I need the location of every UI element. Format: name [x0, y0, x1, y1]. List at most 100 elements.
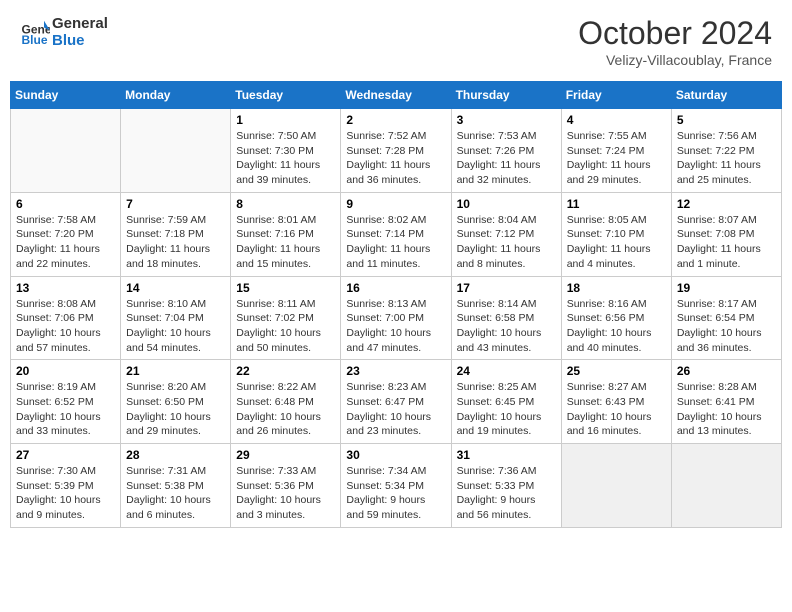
- day-number: 21: [126, 364, 225, 378]
- day-number: 9: [346, 197, 445, 211]
- calendar-cell: 20 Sunrise: 8:19 AM Sunset: 6:52 PM Dayli…: [11, 360, 121, 444]
- logo-line1: General: [52, 15, 108, 32]
- day-number: 3: [457, 113, 556, 127]
- day-info: Sunrise: 8:14 AM Sunset: 6:58 PM Dayligh…: [457, 297, 556, 356]
- day-number: 10: [457, 197, 556, 211]
- calendar-cell: 3 Sunrise: 7:53 AM Sunset: 7:26 PM Daylig…: [451, 109, 561, 193]
- calendar-cell: 4Sunrise: 7:55 AM Sunset: 7:24 PM Daylig…: [561, 109, 671, 193]
- week-row-4: 20 Sunrise: 8:19 AM Sunset: 6:52 PM Dayli…: [11, 360, 782, 444]
- day-info: Sunrise: 7:31 AM Sunset: 5:38 PM Dayligh…: [126, 464, 225, 523]
- day-number: 29: [236, 448, 335, 462]
- calendar-cell: 5 Sunrise: 7:56 AM Sunset: 7:22 PM Daylig…: [671, 109, 781, 193]
- day-number: 8: [236, 197, 335, 211]
- day-info: Sunrise: 7:34 AM Sunset: 5:34 PM Dayligh…: [346, 464, 445, 523]
- weekday-header-monday: Monday: [121, 82, 231, 109]
- day-info: Sunrise: 7:58 AM Sunset: 7:20 PM Dayligh…: [16, 213, 115, 272]
- day-number: 31: [457, 448, 556, 462]
- logo-line2: Blue: [52, 32, 108, 49]
- calendar-cell: 19 Sunrise: 8:17 AM Sunset: 6:54 PM Dayli…: [671, 276, 781, 360]
- day-number: 20: [16, 364, 115, 378]
- day-info: Sunrise: 8:11 AM Sunset: 7:02 PM Dayligh…: [236, 297, 335, 356]
- day-info: Sunrise: 8:04 AM Sunset: 7:12 PM Dayligh…: [457, 213, 556, 272]
- day-info: Sunrise: 8:23 AM Sunset: 6:47 PM Dayligh…: [346, 380, 445, 439]
- day-info: Sunrise: 8:01 AM Sunset: 7:16 PM Dayligh…: [236, 213, 335, 272]
- logo-icon: General Blue: [20, 17, 50, 47]
- calendar-cell: 17 Sunrise: 8:14 AM Sunset: 6:58 PM Dayli…: [451, 276, 561, 360]
- calendar-cell: 14Sunrise: 8:10 AM Sunset: 7:04 PM Dayli…: [121, 276, 231, 360]
- day-info: Sunrise: 7:53 AM Sunset: 7:26 PM Dayligh…: [457, 129, 556, 188]
- calendar-cell: 27 Sunrise: 7:30 AM Sunset: 5:39 PM Dayli…: [11, 444, 121, 528]
- day-info: Sunrise: 8:16 AM Sunset: 6:56 PM Dayligh…: [567, 297, 666, 356]
- calendar-cell: 26 Sunrise: 8:28 AM Sunset: 6:41 PM Dayli…: [671, 360, 781, 444]
- day-info: Sunrise: 7:36 AM Sunset: 5:33 PM Dayligh…: [457, 464, 556, 523]
- day-number: 1: [236, 113, 335, 127]
- day-info: Sunrise: 7:30 AM Sunset: 5:39 PM Dayligh…: [16, 464, 115, 523]
- calendar-cell: 25Sunrise: 8:27 AM Sunset: 6:43 PM Dayli…: [561, 360, 671, 444]
- page-header: General Blue General Blue October 2024 V…: [10, 10, 782, 73]
- weekday-header-row: SundayMondayTuesdayWednesdayThursdayFrid…: [11, 82, 782, 109]
- day-number: 30: [346, 448, 445, 462]
- day-info: Sunrise: 8:19 AM Sunset: 6:52 PM Dayligh…: [16, 380, 115, 439]
- day-info: Sunrise: 8:02 AM Sunset: 7:14 PM Dayligh…: [346, 213, 445, 272]
- week-row-1: 1 Sunrise: 7:50 AM Sunset: 7:30 PM Daylig…: [11, 109, 782, 193]
- day-info: Sunrise: 7:56 AM Sunset: 7:22 PM Dayligh…: [677, 129, 776, 188]
- day-number: 6: [16, 197, 115, 211]
- calendar-cell: 21 Sunrise: 8:20 AM Sunset: 6:50 PM Dayli…: [121, 360, 231, 444]
- day-number: 28: [126, 448, 225, 462]
- day-number: 18: [567, 281, 666, 295]
- svg-text:Blue: Blue: [22, 33, 48, 47]
- calendar-cell: 7Sunrise: 7:59 AM Sunset: 7:18 PM Daylig…: [121, 192, 231, 276]
- day-info: Sunrise: 7:33 AM Sunset: 5:36 PM Dayligh…: [236, 464, 335, 523]
- calendar-cell: 18 Sunrise: 8:16 AM Sunset: 6:56 PM Dayli…: [561, 276, 671, 360]
- day-number: 13: [16, 281, 115, 295]
- day-number: 25: [567, 364, 666, 378]
- day-info: Sunrise: 8:07 AM Sunset: 7:08 PM Dayligh…: [677, 213, 776, 272]
- day-number: 19: [677, 281, 776, 295]
- calendar-cell: 29 Sunrise: 7:33 AM Sunset: 5:36 PM Dayli…: [231, 444, 341, 528]
- day-number: 7: [126, 197, 225, 211]
- day-info: Sunrise: 8:22 AM Sunset: 6:48 PM Dayligh…: [236, 380, 335, 439]
- calendar-cell: 31 Sunrise: 7:36 AM Sunset: 5:33 PM Dayli…: [451, 444, 561, 528]
- calendar-cell: 22 Sunrise: 8:22 AM Sunset: 6:48 PM Dayli…: [231, 360, 341, 444]
- weekday-header-thursday: Thursday: [451, 82, 561, 109]
- calendar-cell: 10 Sunrise: 8:04 AM Sunset: 7:12 PM Dayli…: [451, 192, 561, 276]
- week-row-2: 6 Sunrise: 7:58 AM Sunset: 7:20 PM Daylig…: [11, 192, 782, 276]
- day-number: 11: [567, 197, 666, 211]
- day-info: Sunrise: 8:25 AM Sunset: 6:45 PM Dayligh…: [457, 380, 556, 439]
- calendar-cell: 23Sunrise: 8:23 AM Sunset: 6:47 PM Dayli…: [341, 360, 451, 444]
- calendar-cell: 12 Sunrise: 8:07 AM Sunset: 7:08 PM Dayli…: [671, 192, 781, 276]
- week-row-5: 27 Sunrise: 7:30 AM Sunset: 5:39 PM Dayli…: [11, 444, 782, 528]
- day-info: Sunrise: 7:55 AM Sunset: 7:24 PM Dayligh…: [567, 129, 666, 188]
- day-number: 16: [346, 281, 445, 295]
- calendar-cell: [121, 109, 231, 193]
- day-info: Sunrise: 8:08 AM Sunset: 7:06 PM Dayligh…: [16, 297, 115, 356]
- day-info: Sunrise: 8:05 AM Sunset: 7:10 PM Dayligh…: [567, 213, 666, 272]
- calendar-cell: 1 Sunrise: 7:50 AM Sunset: 7:30 PM Daylig…: [231, 109, 341, 193]
- weekday-header-friday: Friday: [561, 82, 671, 109]
- day-number: 24: [457, 364, 556, 378]
- day-info: Sunrise: 8:28 AM Sunset: 6:41 PM Dayligh…: [677, 380, 776, 439]
- day-info: Sunrise: 8:20 AM Sunset: 6:50 PM Dayligh…: [126, 380, 225, 439]
- calendar-cell: 24 Sunrise: 8:25 AM Sunset: 6:45 PM Dayli…: [451, 360, 561, 444]
- calendar-cell: 16Sunrise: 8:13 AM Sunset: 7:00 PM Dayli…: [341, 276, 451, 360]
- calendar-cell: 8 Sunrise: 8:01 AM Sunset: 7:16 PM Daylig…: [231, 192, 341, 276]
- day-number: 27: [16, 448, 115, 462]
- day-number: 12: [677, 197, 776, 211]
- calendar-cell: 11 Sunrise: 8:05 AM Sunset: 7:10 PM Dayli…: [561, 192, 671, 276]
- day-info: Sunrise: 8:17 AM Sunset: 6:54 PM Dayligh…: [677, 297, 776, 356]
- calendar-cell: 13 Sunrise: 8:08 AM Sunset: 7:06 PM Dayli…: [11, 276, 121, 360]
- week-row-3: 13 Sunrise: 8:08 AM Sunset: 7:06 PM Dayli…: [11, 276, 782, 360]
- month-title: October 2024: [578, 15, 772, 52]
- calendar-cell: 9 Sunrise: 8:02 AM Sunset: 7:14 PM Daylig…: [341, 192, 451, 276]
- weekday-header-sunday: Sunday: [11, 82, 121, 109]
- day-number: 17: [457, 281, 556, 295]
- day-info: Sunrise: 7:50 AM Sunset: 7:30 PM Dayligh…: [236, 129, 335, 188]
- day-number: 5: [677, 113, 776, 127]
- day-number: 26: [677, 364, 776, 378]
- calendar-cell: [11, 109, 121, 193]
- calendar-cell: 28 Sunrise: 7:31 AM Sunset: 5:38 PM Dayli…: [121, 444, 231, 528]
- day-number: 15: [236, 281, 335, 295]
- day-number: 22: [236, 364, 335, 378]
- calendar-cell: 6 Sunrise: 7:58 AM Sunset: 7:20 PM Daylig…: [11, 192, 121, 276]
- day-info: Sunrise: 8:10 AM Sunset: 7:04 PM Dayligh…: [126, 297, 225, 356]
